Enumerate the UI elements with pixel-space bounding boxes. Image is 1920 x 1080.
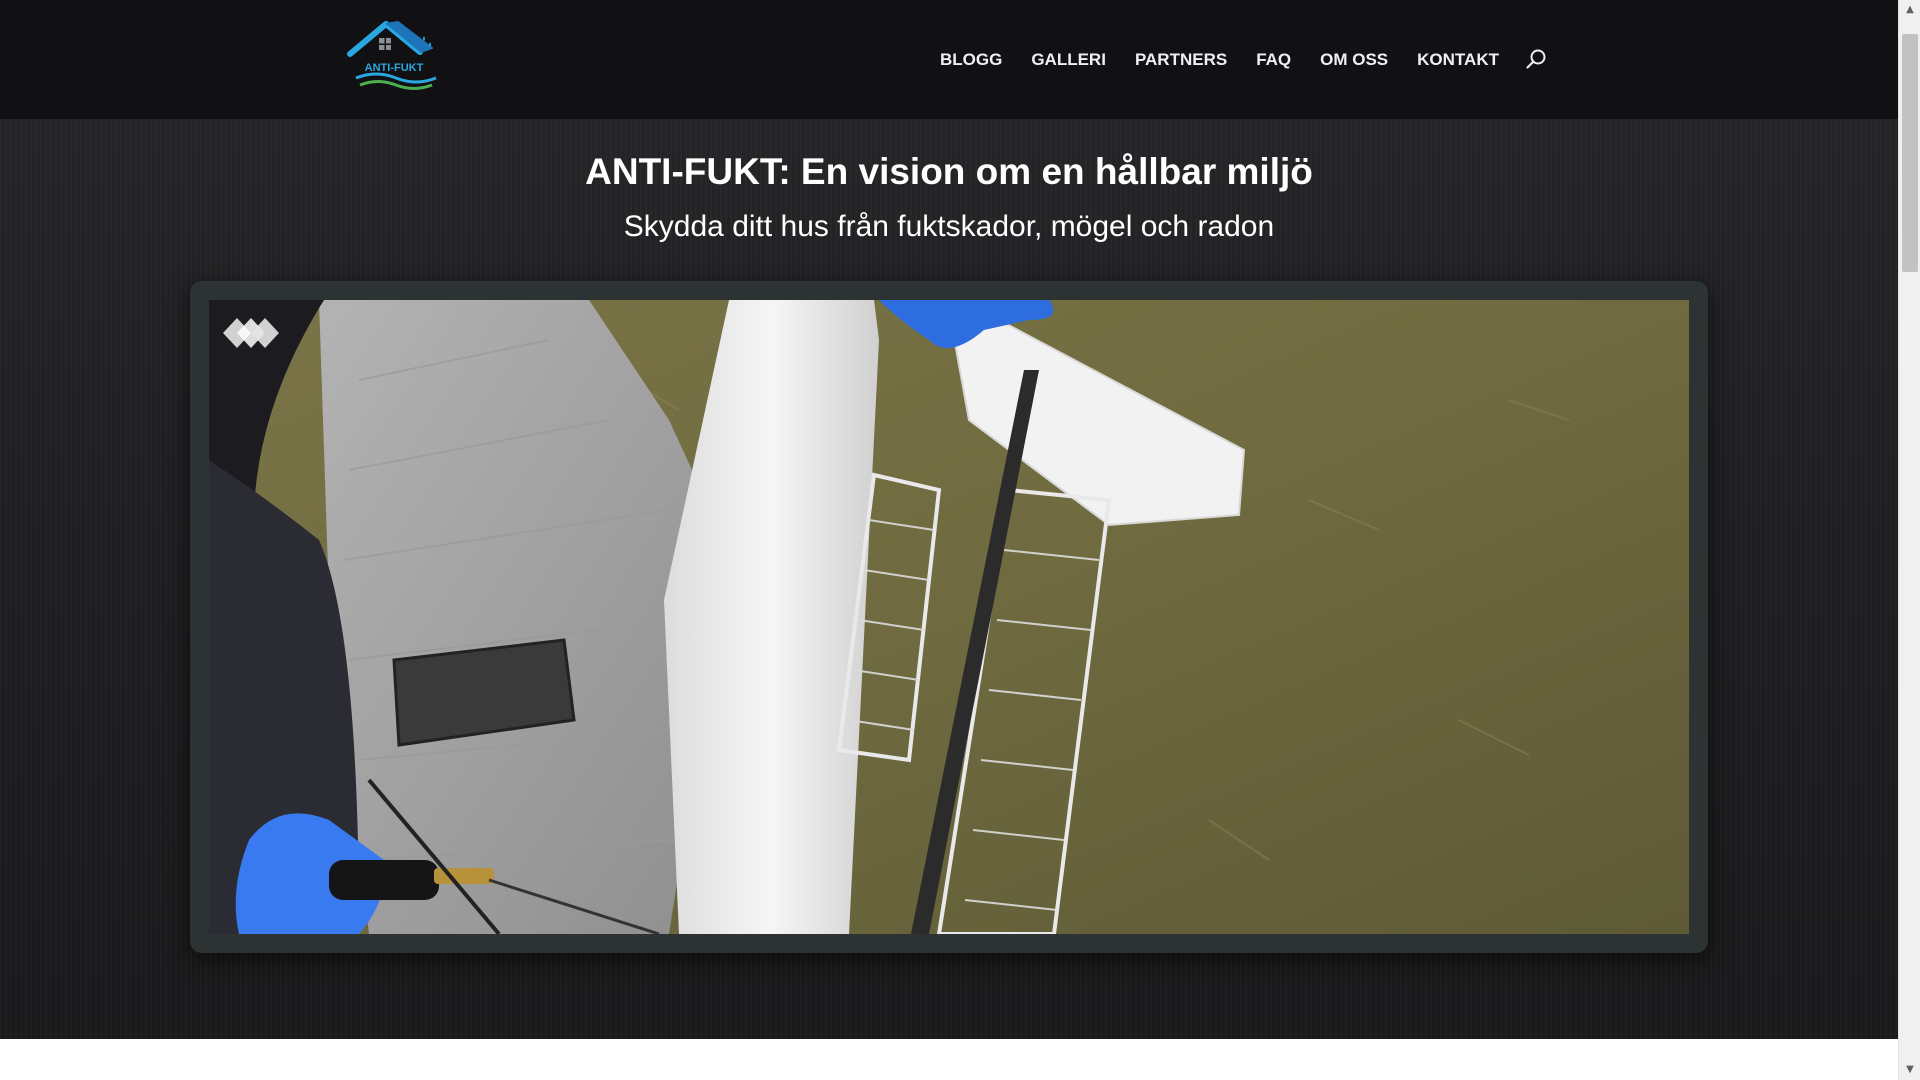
main-nav: BLOGG GALLERI PARTNERS FAQ OM OSS KONTAK… xyxy=(940,48,1548,72)
nav-item-blogg[interactable]: BLOGG xyxy=(940,49,1002,71)
scroll-down-icon[interactable]: ▼ xyxy=(1899,1060,1920,1080)
page-scrollbar[interactable]: ▲ ▼ xyxy=(1898,0,1920,1080)
video-watermark-icon xyxy=(223,318,279,348)
scroll-thumb[interactable] xyxy=(1902,34,1918,272)
logo-text: ANTI-FUKT xyxy=(365,62,424,74)
nav-item-partners[interactable]: PARTNERS xyxy=(1135,49,1227,71)
nav-item-galleri[interactable]: GALLERI xyxy=(1031,49,1106,71)
below-fold-section xyxy=(0,1039,1898,1080)
hero-subtitle: Skydda ditt hus från fuktskador, mögel o… xyxy=(623,210,1275,243)
hero-section: ANTI-FUKT: En vision om en hållbar miljö… xyxy=(0,119,1898,1039)
nav-item-faq[interactable]: FAQ xyxy=(1256,49,1291,71)
site-header: ANTI-FUKT BLOGG GALLERI PARTNERS FAQ OM … xyxy=(0,0,1898,119)
nav-item-om-oss[interactable]: OM OSS xyxy=(1320,49,1388,71)
video-frame-image xyxy=(209,300,1689,934)
scroll-up-icon[interactable]: ▲ xyxy=(1899,0,1920,20)
search-icon[interactable] xyxy=(1524,48,1548,72)
video-frame xyxy=(190,281,1708,953)
page: ANTI-FUKT BLOGG GALLERI PARTNERS FAQ OM … xyxy=(0,0,1920,1080)
hero-title: ANTI-FUKT: En vision om en hållbar miljö xyxy=(585,151,1313,192)
video-player[interactable] xyxy=(209,300,1689,934)
site-logo[interactable]: ANTI-FUKT xyxy=(346,18,442,96)
nav-item-kontakt[interactable]: KONTAKT xyxy=(1417,49,1499,71)
